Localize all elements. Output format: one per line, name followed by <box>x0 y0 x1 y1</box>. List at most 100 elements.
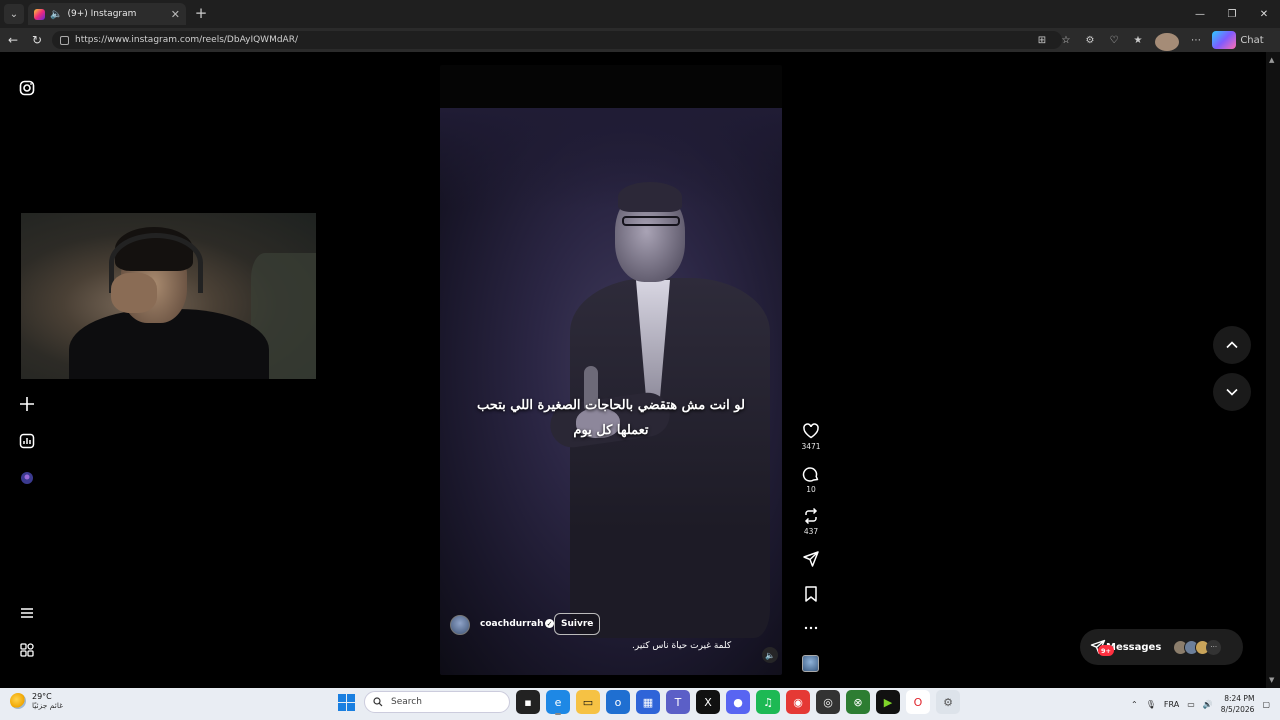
comment-action[interactable]: 10 <box>796 465 826 494</box>
extensions-icon[interactable]: ⚙ <box>1078 31 1102 49</box>
nvidia-icon[interactable]: ▶ <box>876 690 900 714</box>
more-action[interactable] <box>796 619 826 637</box>
teams-icon[interactable]: T <box>666 690 690 714</box>
back-button[interactable]: ← <box>4 31 22 49</box>
volume-icon[interactable]: 🔊 <box>1203 700 1213 709</box>
obs-recorder-icon[interactable]: ◎ <box>816 690 840 714</box>
browser-essentials-icon[interactable]: ♡ <box>1102 31 1126 49</box>
site-info-icon[interactable] <box>60 35 69 45</box>
author-username[interactable]: coachdurrah <box>480 619 544 629</box>
browser-address-bar: ← ↻ https://www.instagram.com/reels/DbAy… <box>0 28 1280 52</box>
hair-shape <box>618 182 682 212</box>
settings-gear-icon[interactable]: ⚙ <box>936 690 960 714</box>
more-avatars-icon: ··· <box>1206 639 1222 655</box>
discord-icon[interactable]: ● <box>726 690 750 714</box>
next-reel-button[interactable] <box>1213 373 1251 411</box>
verified-badge-icon: ✓ <box>545 619 554 628</box>
messages-badge: 9+ <box>1098 645 1114 656</box>
suit-shape <box>570 278 770 638</box>
mute-toggle-icon[interactable]: 🔈 <box>762 647 778 663</box>
start-windows-icon[interactable] <box>334 690 358 714</box>
subtitle-line-1: لو انت مش هتقضي بالحاجات الصغيرة اللي بت… <box>477 398 745 413</box>
task-view-icon[interactable]: ▪ <box>516 690 540 714</box>
likes-count: 3471 <box>801 442 821 451</box>
favorite-star-icon[interactable]: ☆ <box>1054 31 1078 49</box>
new-tab-button[interactable]: + <box>192 4 210 22</box>
weather-description: غائم جزئيًا <box>32 701 64 710</box>
heart-icon[interactable] <box>802 422 820 440</box>
follow-button[interactable]: Suivre <box>554 613 601 635</box>
browser-tab-instagram[interactable]: 🔈 (9+) Instagram ✕ <box>28 3 186 25</box>
repost-icon[interactable] <box>802 507 820 525</box>
create-plus-icon[interactable] <box>18 395 36 413</box>
copilot-icon <box>1212 31 1236 49</box>
weather-temperature: 29°C <box>32 692 52 701</box>
minimize-button[interactable]: — <box>1184 0 1216 28</box>
reel-caption[interactable]: كلمة غيرت حياة ناس كتير. <box>632 641 731 651</box>
dashboard-icon[interactable] <box>18 432 36 450</box>
messages-button[interactable]: 9+ Messages ··· <box>1080 629 1243 665</box>
chat-label: Chat <box>1240 34 1264 46</box>
close-tab-icon[interactable]: ✕ <box>171 8 180 21</box>
clock[interactable]: 8:24 PM 8/5/2026 <box>1221 693 1255 715</box>
weather-widget[interactable]: 29°C غائم جزئيًا <box>10 692 63 710</box>
more-dots-icon[interactable] <box>802 619 820 637</box>
chrome-icon[interactable]: ◉ <box>786 690 810 714</box>
instagram-favicon-icon <box>34 8 45 20</box>
outlook-icon[interactable]: o <box>606 690 630 714</box>
scroll-down-arrow-icon[interactable]: ▼ <box>1269 676 1274 684</box>
save-action[interactable] <box>796 585 826 603</box>
comment-icon[interactable] <box>802 465 820 483</box>
microphone-icon[interactable]: 🎙 <box>1146 700 1156 709</box>
url-input[interactable]: https://www.instagram.com/reels/DbAyIQWM… <box>52 31 1062 49</box>
video-subtitle: لو انت مش هتقضي بالحاجات الصغيرة اللي بت… <box>440 393 782 443</box>
menu-hamburger-icon[interactable] <box>18 604 36 622</box>
xbox-icon[interactable]: ⊗ <box>846 690 870 714</box>
window-controls: — ❐ ✕ <box>1184 0 1280 28</box>
profile-avatar[interactable] <box>1155 33 1179 51</box>
speaker-icon[interactable]: 🔈 <box>50 9 62 20</box>
app-available-icon[interactable]: ⊞ <box>1030 31 1054 49</box>
subtitle-line-2: تعملها كل يوم <box>573 423 649 438</box>
network-icon[interactable]: ▭ <box>1187 700 1195 709</box>
bookmark-icon[interactable] <box>802 585 820 603</box>
search-placeholder: Search <box>391 697 422 707</box>
taskbar-search[interactable]: Search <box>364 691 510 713</box>
instagram-logo-icon[interactable] <box>18 79 36 97</box>
file-explorer-icon[interactable]: ▭ <box>576 690 600 714</box>
reel-player[interactable]: لو انت مش هتقضي بالحاجات الصغيرة اللي بت… <box>440 65 782 675</box>
reposts-count: 437 <box>803 527 819 536</box>
favorites-icon[interactable]: ★ <box>1126 31 1150 49</box>
share-action[interactable] <box>796 550 826 568</box>
opera-icon[interactable]: O <box>906 690 930 714</box>
also-from-meta-icon[interactable] <box>18 641 36 659</box>
show-hidden-icons-chevron-icon[interactable]: ⌃ <box>1131 700 1138 709</box>
profile-avatar-icon[interactable] <box>18 469 36 487</box>
message-avatars: ··· <box>1173 639 1222 655</box>
close-window-button[interactable]: ✕ <box>1248 0 1280 28</box>
chevron-down-icon <box>1226 388 1238 396</box>
tab-actions-chevron-icon[interactable]: ⌄ <box>4 4 24 24</box>
edge-browser-icon[interactable]: e <box>546 690 570 715</box>
copilot-chat-button[interactable]: Chat <box>1208 31 1268 49</box>
browser-tab-bar: ⌄ 🔈 (9+) Instagram ✕ + — ❐ ✕ <box>0 0 1280 28</box>
notifications-icon[interactable]: ▢ <box>1262 700 1270 709</box>
capcut-icon[interactable]: X <box>696 690 720 714</box>
input-language[interactable]: FRA <box>1164 700 1179 709</box>
system-tray: ⌃ 🎙 FRA ▭ 🔊 8:24 PM 8/5/2026 ▢ <box>1131 693 1270 715</box>
more-options-icon[interactable]: ⋯ <box>1184 31 1208 49</box>
page-scrollbar[interactable]: ▲ ▼ <box>1266 52 1280 688</box>
spotify-icon[interactable]: ♫ <box>756 690 780 714</box>
original-audio-thumbnail[interactable] <box>802 655 819 672</box>
refresh-button[interactable]: ↻ <box>28 31 46 49</box>
like-action[interactable]: 3471 <box>796 422 826 451</box>
send-icon[interactable] <box>802 550 820 568</box>
microsoft-store-icon[interactable]: ▦ <box>636 690 660 714</box>
restore-button[interactable]: ❐ <box>1216 0 1248 28</box>
repost-action[interactable]: 437 <box>796 507 826 536</box>
reel-video[interactable] <box>440 108 782 675</box>
previous-reel-button[interactable] <box>1213 326 1251 364</box>
tab-title: (9+) Instagram <box>67 9 137 19</box>
author-avatar[interactable] <box>450 615 470 635</box>
scroll-up-arrow-icon[interactable]: ▲ <box>1269 56 1274 64</box>
